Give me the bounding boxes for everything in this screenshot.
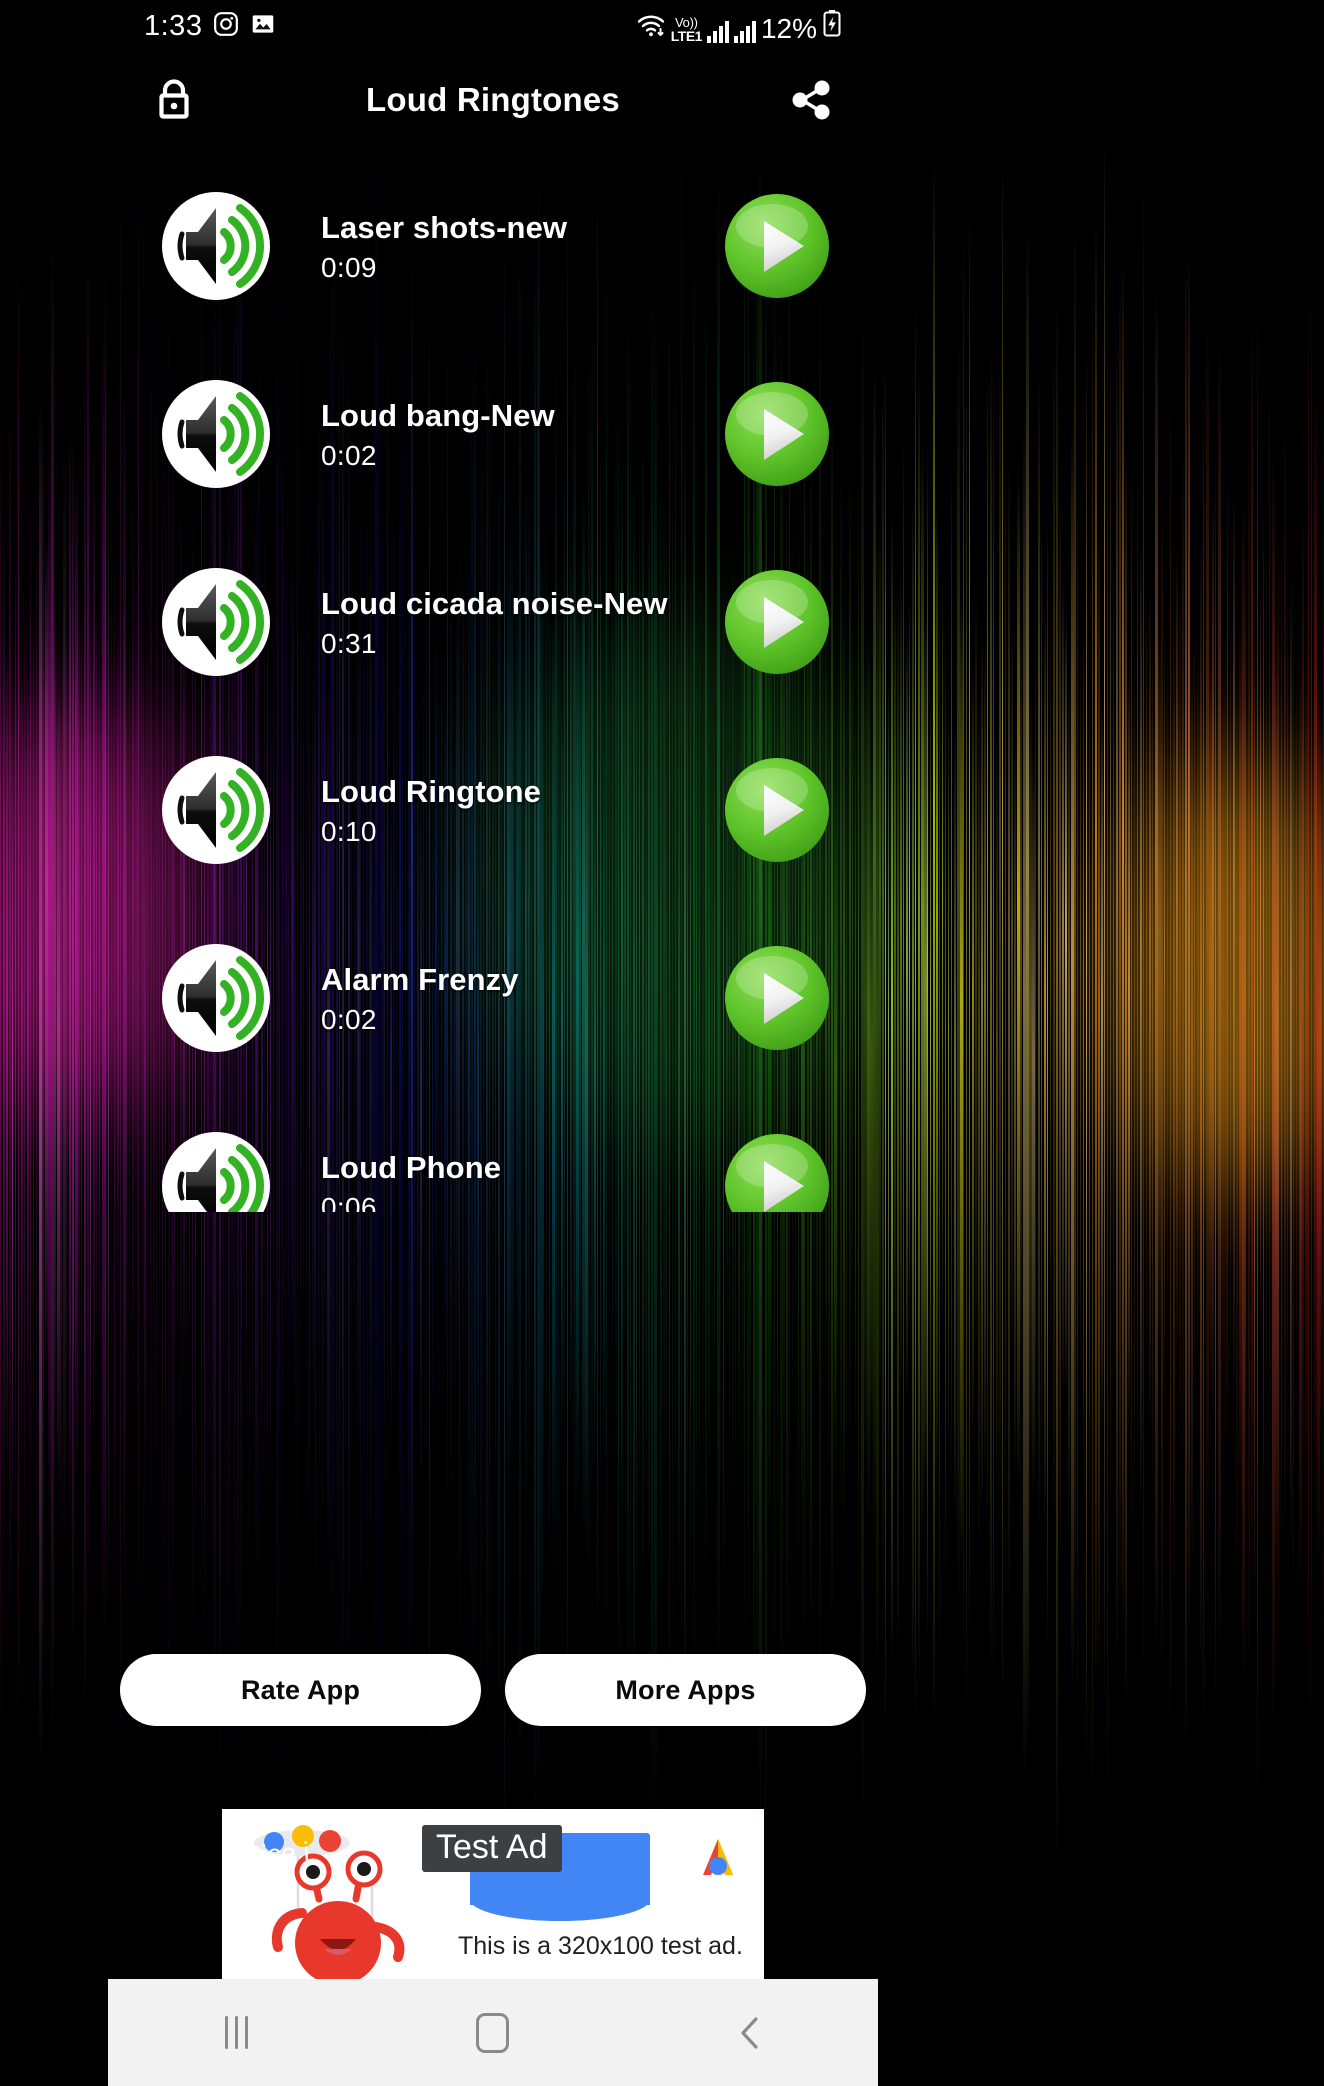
status-bar-left: 1:33 bbox=[144, 11, 276, 42]
ringtone-info: Loud bang-New 0:02 bbox=[321, 396, 724, 472]
ringtone-row[interactable]: Loud Phone 0:06 bbox=[108, 1092, 878, 1212]
speaker-icon bbox=[160, 190, 272, 302]
ringtone-duration: 0:02 bbox=[321, 1003, 377, 1035]
ringtone-duration: 0:10 bbox=[321, 815, 377, 847]
ringtone-duration: 0:06 bbox=[321, 1191, 377, 1212]
bottom-button-row: Rate App More Apps bbox=[108, 1654, 878, 1726]
ringtone-row[interactable]: Loud bang-New 0:02 bbox=[108, 340, 878, 528]
ringtone-row[interactable]: Alarm Frenzy 0:02 bbox=[108, 904, 878, 1092]
rate-app-button[interactable]: Rate App bbox=[120, 1654, 481, 1726]
ringtone-row[interactable]: Laser shots-new 0:09 bbox=[108, 152, 878, 340]
ringtone-duration: 0:09 bbox=[321, 251, 377, 283]
ringtone-title: Laser shots-new bbox=[321, 210, 568, 246]
ad-body-text: This is a 320x100 test ad. bbox=[458, 1932, 743, 1960]
ad-banner[interactable]: Nice j Test Ad This is a 320x100 test ad… bbox=[222, 1809, 764, 1979]
ringtone-info: Laser shots-new 0:09 bbox=[321, 208, 724, 284]
wifi-icon bbox=[636, 12, 666, 45]
ringtone-duration: 0:31 bbox=[321, 627, 377, 659]
recents-icon[interactable] bbox=[181, 1998, 291, 2068]
ringtone-title: Loud Ringtone bbox=[321, 774, 541, 810]
ad-headline: Nice j bbox=[241, 1836, 311, 1872]
ad-test-badge: Test Ad bbox=[422, 1825, 562, 1872]
ringtone-row[interactable]: Loud cicada noise-New 0:31 bbox=[108, 528, 878, 716]
app-toolbar: Loud Ringtones bbox=[108, 52, 878, 147]
ringtone-list[interactable]: Laser shots-new 0:09 Loud bang-New 0:02 Loud… bbox=[108, 152, 878, 1212]
status-time: 1:33 bbox=[144, 9, 203, 42]
play-button[interactable] bbox=[724, 569, 830, 675]
image-icon bbox=[250, 11, 276, 42]
ringtone-title: Loud bang-New bbox=[321, 398, 555, 434]
instagram-icon bbox=[213, 11, 239, 42]
ringtone-title: Alarm Frenzy bbox=[321, 962, 519, 998]
volte-label-bottom: LTE1 bbox=[670, 28, 703, 44]
home-icon[interactable] bbox=[438, 1998, 548, 2068]
ringtone-info: Loud Phone 0:06 bbox=[321, 1148, 724, 1212]
ringtone-info: Loud Ringtone 0:10 bbox=[321, 772, 724, 848]
speaker-icon bbox=[160, 566, 272, 678]
signal-bars-icon-1 bbox=[706, 19, 729, 43]
ringtone-info: Alarm Frenzy 0:02 bbox=[321, 960, 724, 1036]
app-window: 1:33 Vo)) LTE1 12% Loud Ringtones Laser … bbox=[108, 0, 878, 2086]
play-button[interactable] bbox=[724, 945, 830, 1051]
speaker-icon bbox=[160, 1130, 272, 1212]
speaker-icon bbox=[160, 942, 272, 1054]
ringtone-row[interactable]: Loud Ringtone 0:10 bbox=[108, 716, 878, 904]
system-navigation-bar bbox=[108, 1979, 878, 2086]
play-button[interactable] bbox=[724, 757, 830, 863]
page-title: Loud Ringtones bbox=[366, 80, 620, 118]
speaker-icon bbox=[160, 754, 272, 866]
ringtone-info: Loud cicada noise-New 0:31 bbox=[321, 584, 724, 660]
status-bar-right: Vo)) LTE1 12% bbox=[636, 9, 842, 43]
signal-bars-icon-2 bbox=[733, 19, 756, 43]
play-button[interactable] bbox=[724, 381, 830, 487]
battery-charging-icon bbox=[822, 9, 842, 42]
more-apps-button[interactable]: More Apps bbox=[505, 1654, 866, 1726]
speaker-icon bbox=[160, 378, 272, 490]
play-button[interactable] bbox=[724, 1133, 830, 1212]
play-button[interactable] bbox=[724, 193, 830, 299]
admob-icon bbox=[703, 1839, 733, 1875]
ringtone-duration: 0:02 bbox=[321, 439, 377, 471]
back-icon[interactable] bbox=[695, 1998, 805, 2068]
volte-icon: Vo)) LTE1 bbox=[670, 16, 703, 44]
ringtone-title: Loud Phone bbox=[321, 1150, 502, 1186]
battery-percent: 12% bbox=[760, 13, 817, 44]
ringtone-title: Loud cicada noise-New bbox=[321, 586, 668, 622]
status-bar: 1:33 Vo)) LTE1 12% bbox=[108, 0, 878, 52]
